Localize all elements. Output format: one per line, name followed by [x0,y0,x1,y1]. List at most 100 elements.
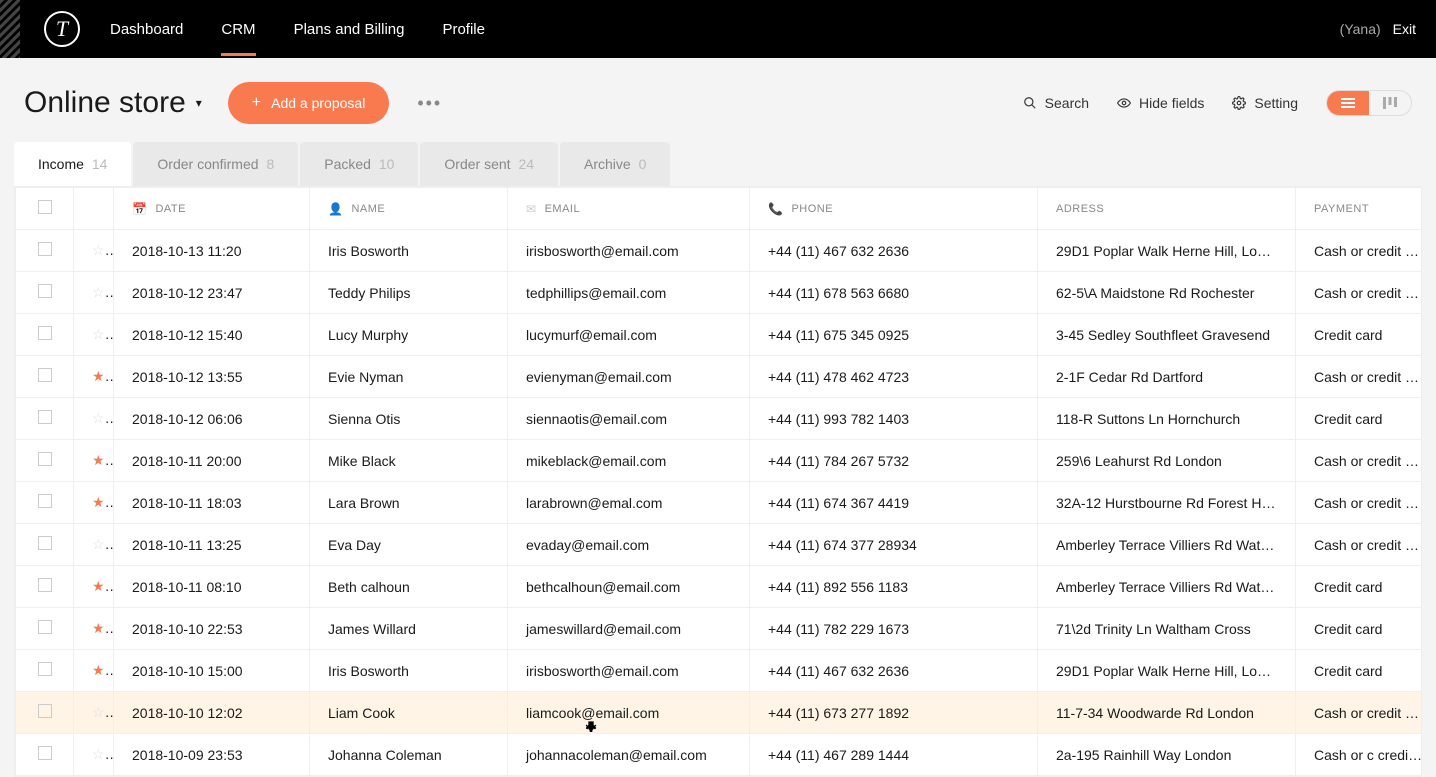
table-row[interactable]: ☆2018-10-12 06:06Sienna Otissiennaotis@e… [16,398,1423,440]
row-checkbox-cell[interactable] [16,398,74,440]
table-row[interactable]: ☆2018-10-10 12:02Liam Cookliamcook@email… [16,692,1423,734]
logo[interactable]: T [44,11,80,47]
row-checkbox-cell[interactable] [16,356,74,398]
checkbox-icon [38,242,52,256]
view-toggle [1326,90,1412,116]
cell-email: irisbosworth@email.com [508,230,750,272]
cell-phone: +44 (11) 784 267 5732 [750,440,1038,482]
row-star-cell[interactable]: ★ [74,650,114,692]
tab-order-sent[interactable]: Order sent 24 [420,142,558,186]
table-row[interactable]: ★2018-10-10 22:53James Willardjameswilla… [16,608,1423,650]
row-checkbox-cell[interactable] [16,482,74,524]
row-checkbox-cell[interactable] [16,440,74,482]
cell-phone: +44 (11) 674 367 4419 [750,482,1038,524]
hide-fields-button[interactable]: Hide fields [1117,95,1204,111]
table-row[interactable]: ★2018-10-10 15:00Iris Bosworthirisboswor… [16,650,1423,692]
row-star-cell[interactable]: ☆ [74,734,114,776]
tab-order-confirmed[interactable]: Order confirmed 8 [133,142,298,186]
table-row[interactable]: ★2018-10-11 18:03Lara Brownlarabrown@ema… [16,482,1423,524]
main-nav: Dashboard CRM Plans and Billing Profile [110,3,485,56]
row-checkbox-cell[interactable] [16,230,74,272]
checkbox-icon [38,326,52,340]
name-header[interactable]: 👤NAME [310,188,508,230]
payment-header-label: PAYMENT [1314,203,1369,215]
row-checkbox-cell[interactable] [16,608,74,650]
toolbar: Online store ▾ + Add a proposal ••• Sear… [0,58,1436,142]
tab-income[interactable]: Income 14 [14,142,131,186]
cell-address: Amberley Terrace Villiers Rd Watford [1038,524,1296,566]
select-all-header[interactable] [16,188,74,230]
table-row[interactable]: ★2018-10-11 20:00Mike Blackmikeblack@ema… [16,440,1423,482]
row-star-cell[interactable]: ☆ [74,272,114,314]
cell-phone: +44 (11) 467 289 1444 [750,734,1038,776]
row-checkbox-cell[interactable] [16,314,74,356]
table-row[interactable]: ☆2018-10-09 23:53Johanna Colemanjohannac… [16,734,1423,776]
tab-label: Income [38,156,84,172]
tab-packed[interactable]: Packed 10 [300,142,418,186]
row-star-cell[interactable]: ☆ [74,692,114,734]
row-checkbox-cell[interactable] [16,566,74,608]
row-checkbox-cell[interactable] [16,734,74,776]
cell-date: 2018-10-12 13:55 [114,356,310,398]
add-proposal-button[interactable]: + Add a proposal [228,82,390,124]
table-row[interactable]: ★2018-10-11 08:10Beth calhounbethcalhoun… [16,566,1423,608]
tab-archive[interactable]: Archive 0 [560,142,670,186]
checkbox-icon [38,368,52,382]
table-row[interactable]: ★2018-10-12 13:55Evie Nymanevienyman@ema… [16,356,1423,398]
cell-address: 62-5\A Maidstone Rd Rochester [1038,272,1296,314]
search-button[interactable]: Search [1023,95,1089,111]
add-proposal-label: Add a proposal [271,95,365,111]
row-star-cell[interactable]: ★ [74,608,114,650]
page-title-dropdown[interactable]: Online store ▾ [24,86,202,120]
payment-header[interactable]: PAYMENT [1296,188,1423,230]
cell-phone: +44 (11) 478 462 4723 [750,356,1038,398]
row-star-cell[interactable]: ☆ [74,398,114,440]
tab-label: Packed [324,156,371,172]
cell-phone: +44 (11) 673 277 1892 [750,692,1038,734]
email-header[interactable]: ✉EMAIL [508,188,750,230]
search-icon [1023,96,1037,110]
cell-name: Johanna Coleman [310,734,508,776]
checkbox-icon [38,200,52,214]
row-star-cell[interactable]: ☆ [74,524,114,566]
nav-profile[interactable]: Profile [442,3,485,56]
cell-phone: +44 (11) 993 782 1403 [750,398,1038,440]
row-star-cell[interactable]: ★ [74,440,114,482]
table-row[interactable]: ☆2018-10-12 15:40Lucy Murphylucymurf@ema… [16,314,1423,356]
setting-button[interactable]: Setting [1232,95,1298,111]
nav-plans-billing[interactable]: Plans and Billing [294,3,405,56]
nav-crm[interactable]: CRM [221,3,255,56]
table-row[interactable]: ☆2018-10-12 23:47Teddy Philipstedphillip… [16,272,1423,314]
row-star-cell[interactable]: ★ [74,482,114,524]
row-checkbox-cell[interactable] [16,650,74,692]
cell-payment: Cash or credit card [1296,440,1423,482]
star-icon: ★ [92,494,114,510]
page-title-text: Online store [24,86,186,120]
star-icon: ☆ [92,704,114,720]
board-view-button[interactable] [1369,91,1411,115]
list-view-button[interactable] [1327,91,1369,115]
row-star-cell[interactable]: ★ [74,566,114,608]
date-header[interactable]: 📅DATE [114,188,310,230]
cell-address: 29D1 Poplar Walk Herne Hill, Lond... [1038,230,1296,272]
exit-link[interactable]: Exit [1393,21,1416,37]
row-checkbox-cell[interactable] [16,272,74,314]
row-star-cell[interactable]: ☆ [74,230,114,272]
table-row[interactable]: ☆2018-10-13 11:20Iris Bosworthirisboswor… [16,230,1423,272]
cell-payment: Cash or credit card [1296,524,1423,566]
row-checkbox-cell[interactable] [16,692,74,734]
nav-dashboard[interactable]: Dashboard [110,3,183,56]
cell-payment: Credit card [1296,608,1423,650]
cell-name: Lara Brown [310,482,508,524]
table-row[interactable]: ☆2018-10-11 13:25Eva Dayevaday@email.com… [16,524,1423,566]
current-user: (Yana) [1340,21,1381,37]
row-checkbox-cell[interactable] [16,524,74,566]
cell-name: Mike Black [310,440,508,482]
row-star-cell[interactable]: ☆ [74,314,114,356]
phone-header[interactable]: 📞PHONE [750,188,1038,230]
name-header-label: NAME [351,203,385,215]
address-header[interactable]: ADRESS [1038,188,1296,230]
tab-count: 0 [639,156,647,172]
row-star-cell[interactable]: ★ [74,356,114,398]
more-options-button[interactable]: ••• [417,93,442,114]
